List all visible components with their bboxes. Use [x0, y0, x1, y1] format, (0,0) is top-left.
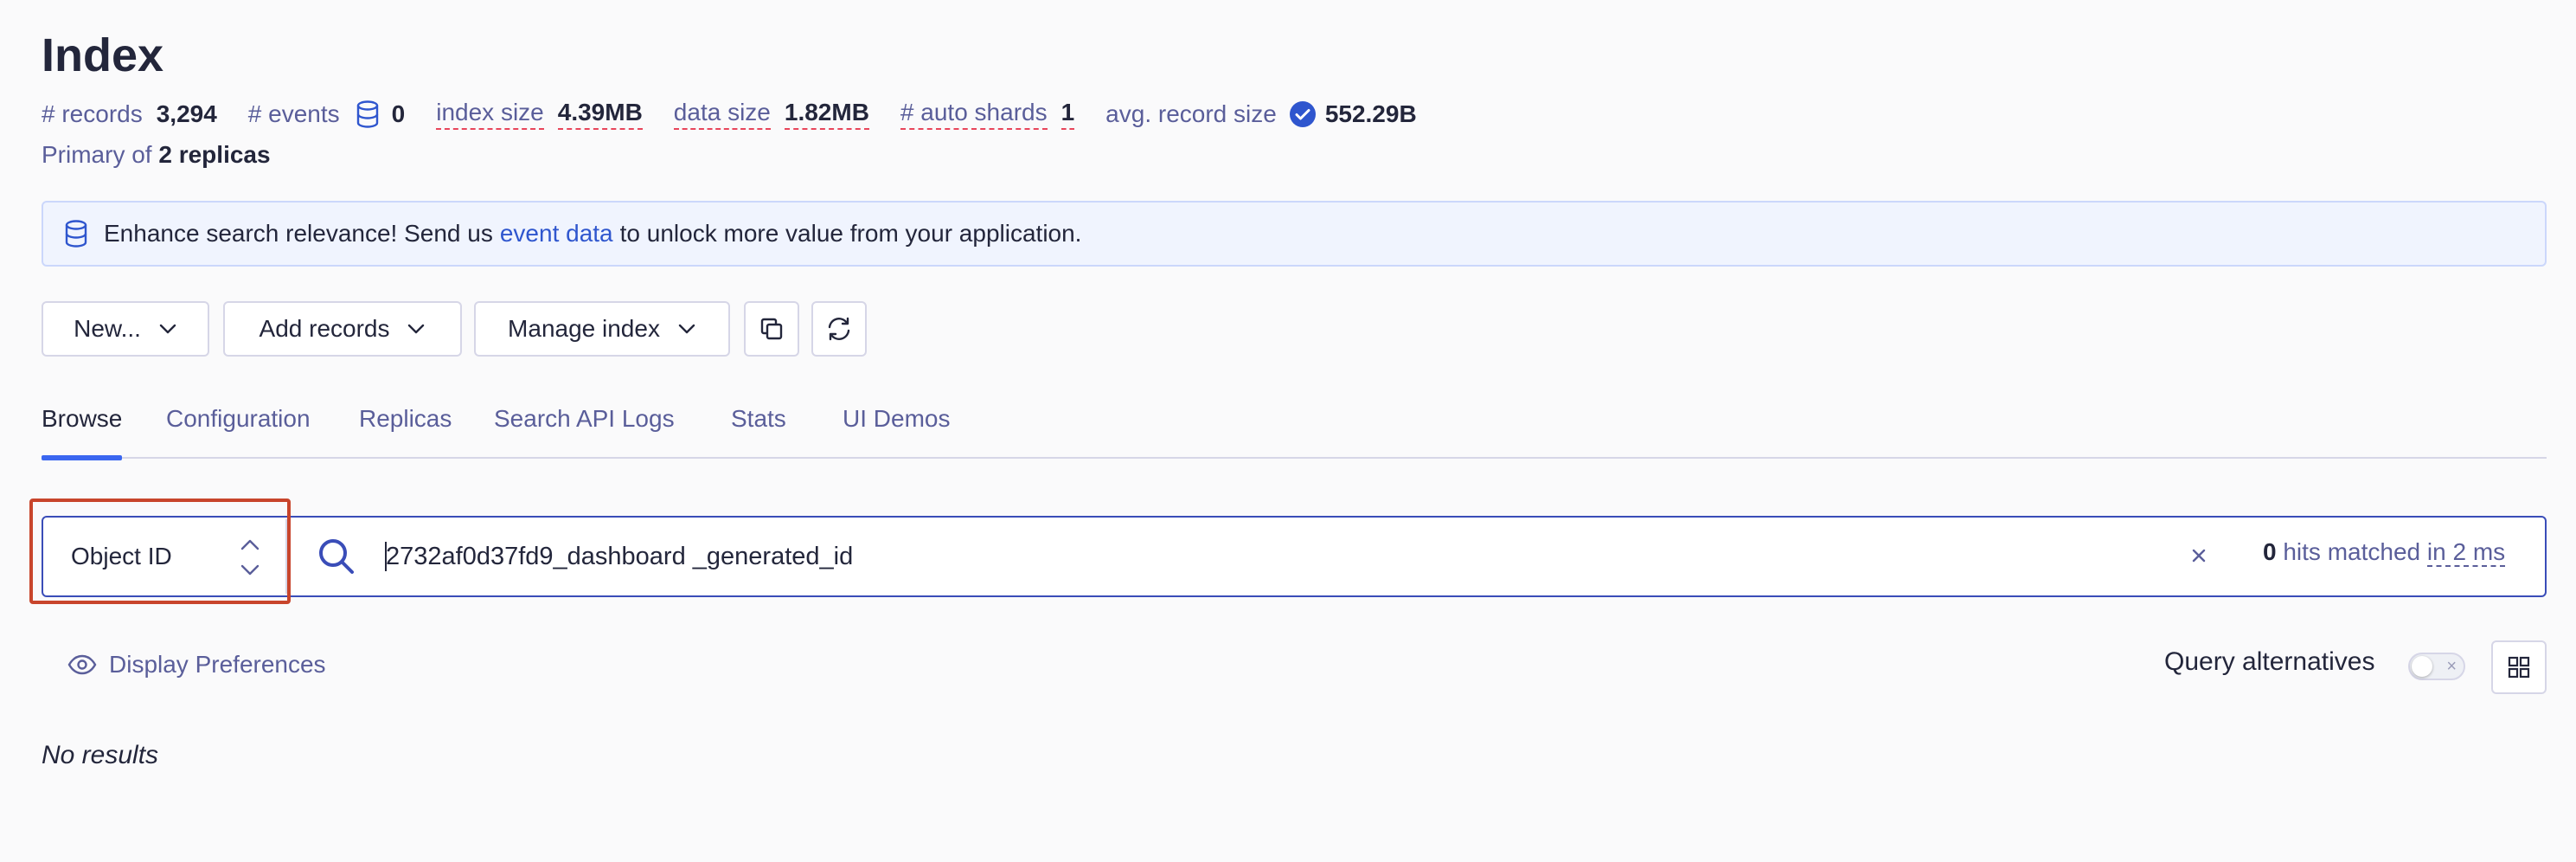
- refresh-icon: [828, 317, 850, 341]
- grid-view-button[interactable]: [2491, 640, 2547, 694]
- search-icon: [319, 539, 354, 574]
- event-data-link[interactable]: event data: [500, 220, 613, 248]
- display-preferences-button[interactable]: Display Preferences: [67, 651, 326, 679]
- records-stat: # records 3,294: [42, 100, 217, 128]
- query-alternatives-label: Query alternatives: [2164, 647, 2375, 676]
- new-button-label: New...: [74, 315, 141, 342]
- database-icon: [65, 220, 87, 248]
- no-results-message: No results: [42, 741, 159, 769]
- hits-count: 0: [2263, 538, 2277, 565]
- tab-browse[interactable]: Browse: [42, 398, 123, 460]
- tab-search-api-logs[interactable]: Search API Logs: [494, 398, 675, 459]
- copy-button[interactable]: [744, 301, 799, 357]
- display-preferences-label: Display Preferences: [109, 651, 326, 678]
- tab-configuration[interactable]: Configuration: [166, 398, 311, 459]
- eye-icon: [67, 654, 97, 675]
- attribute-select-label: Object ID: [71, 543, 172, 569]
- replicas-prefix: Primary of: [42, 141, 152, 168]
- chevron-down-icon: [408, 324, 425, 334]
- copy-icon: [760, 318, 783, 340]
- banner-text-after: to unlock more value from your applicati…: [619, 220, 1082, 247]
- page-title: Index: [42, 29, 164, 81]
- chevron-down-icon: [678, 324, 695, 334]
- index-tabs: Browse Configuration Replicas Search API…: [42, 398, 2547, 460]
- query-alternatives-toggle[interactable]: ×: [2408, 653, 2465, 680]
- replicas-info: Primary of 2 replicas: [42, 141, 271, 169]
- toggle-off-icon: ×: [2446, 657, 2457, 676]
- banner-text-before: Enhance search relevance! Send us: [104, 220, 493, 247]
- avg-record-size-label: avg. record size: [1105, 100, 1277, 127]
- tab-replicas[interactable]: Replicas: [359, 398, 452, 459]
- hits-text: hits matched: [2283, 538, 2421, 565]
- grid-icon: [2508, 656, 2530, 679]
- auto-shards-label: # auto shards: [900, 99, 1048, 130]
- manage-index-button-label: Manage index: [508, 315, 660, 342]
- events-value: 0: [391, 100, 406, 127]
- records-label: # records: [42, 100, 143, 127]
- chevron-up-down-icon: [240, 539, 260, 576]
- search-timing: in 2 ms: [2426, 538, 2506, 567]
- auto-shards-stat: # auto shards 1: [900, 99, 1075, 130]
- attribute-select[interactable]: Object ID: [45, 519, 287, 594]
- data-size-label: data size: [673, 99, 771, 130]
- event-data-banner: Enhance search relevance! Send us event …: [42, 201, 2547, 267]
- hits-summary: 0 hits matched in 2 ms: [2263, 538, 2506, 567]
- auto-shards-value: 1: [1061, 99, 1075, 130]
- add-records-button[interactable]: Add records: [223, 301, 462, 357]
- refresh-button[interactable]: [811, 301, 867, 357]
- verified-check-icon: [1289, 100, 1317, 128]
- avg-record-size-stat: avg. record size 552.29B: [1105, 100, 1417, 128]
- records-value: 3,294: [156, 100, 217, 127]
- tab-ui-demos[interactable]: UI Demos: [843, 398, 950, 459]
- index-size-label: index size: [436, 99, 544, 130]
- search-input[interactable]: [386, 530, 2116, 583]
- events-stat: # events 0: [248, 100, 405, 128]
- avg-record-size-value: 552.29B: [1324, 100, 1417, 127]
- clear-icon[interactable]: [2188, 545, 2209, 566]
- data-size-value: 1.82MB: [784, 99, 869, 130]
- add-records-button-label: Add records: [259, 315, 390, 342]
- tab-stats[interactable]: Stats: [731, 398, 786, 459]
- index-stats: # records 3,294 # events 0 index size 4.…: [42, 97, 1448, 132]
- text-caret: [385, 542, 387, 571]
- index-size-value: 4.39MB: [557, 99, 643, 130]
- index-page: Index # records 3,294 # events 0 index s…: [0, 0, 2576, 862]
- events-label: # events: [247, 100, 340, 127]
- data-size-stat: data size 1.82MB: [673, 99, 869, 130]
- new-button[interactable]: New...: [42, 301, 209, 357]
- database-icon: [356, 100, 380, 128]
- replicas-link[interactable]: 2 replicas: [158, 141, 270, 168]
- toggle-knob: [2412, 656, 2432, 677]
- index-size-stat: index size 4.39MB: [436, 99, 643, 130]
- manage-index-button[interactable]: Manage index: [474, 301, 730, 357]
- chevron-down-icon: [159, 324, 176, 334]
